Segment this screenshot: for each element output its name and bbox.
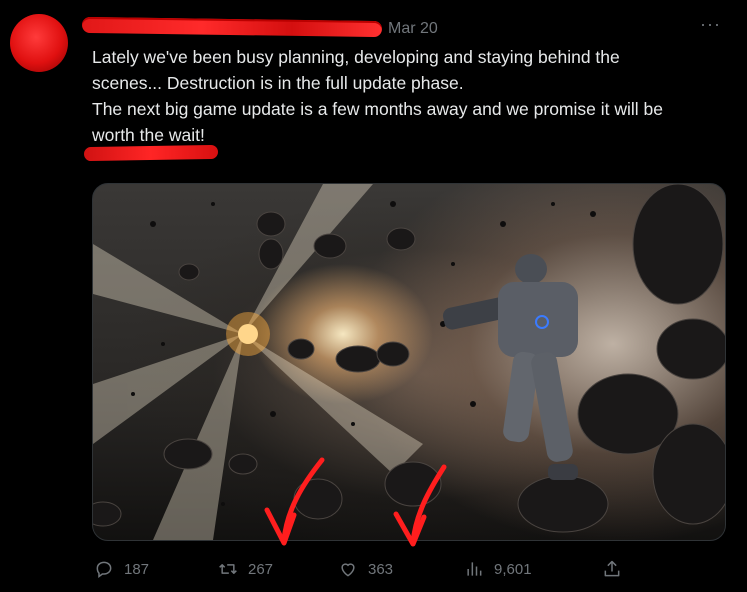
- text-redaction-scribble: [83, 144, 219, 162]
- views-count: 9,601: [494, 560, 532, 578]
- tweet-date[interactable]: Mar 20: [388, 20, 438, 38]
- reply-button[interactable]: 187: [94, 559, 149, 579]
- views-button[interactable]: 9,601: [464, 559, 532, 579]
- tweet-actions-bar: 187 267 363 9,601: [0, 559, 747, 581]
- retweet-count: 267: [248, 560, 274, 578]
- username-redaction-scribble: [81, 16, 383, 38]
- like-button[interactable]: 363: [338, 559, 393, 579]
- tweet-text: Lately we've been busy planning, develop…: [92, 44, 732, 148]
- share-button[interactable]: [602, 559, 622, 579]
- tweet-text-line: Lately we've been busy planning, develop…: [92, 47, 620, 67]
- retweet-icon: [219, 564, 237, 574]
- retweet-button[interactable]: 267: [218, 559, 273, 579]
- share-icon: [604, 560, 620, 577]
- reply-count: 187: [124, 560, 150, 578]
- like-icon: [341, 563, 355, 577]
- reply-icon: [96, 561, 112, 578]
- views-icon: [467, 562, 482, 576]
- red-arrow-annotation: [393, 464, 447, 547]
- tweet-text-line: worth the wait!: [92, 125, 205, 145]
- like-count: 363: [368, 560, 394, 578]
- avatar[interactable]: [10, 14, 68, 72]
- tweet-text-line: scenes... Destruction is in the full upd…: [92, 73, 464, 93]
- astronaut-figure: [442, 254, 578, 480]
- more-icon[interactable]: ···: [700, 14, 721, 35]
- tweet-text-line: The next big game update is a few months…: [92, 99, 663, 119]
- red-arrow-annotation: [264, 457, 325, 546]
